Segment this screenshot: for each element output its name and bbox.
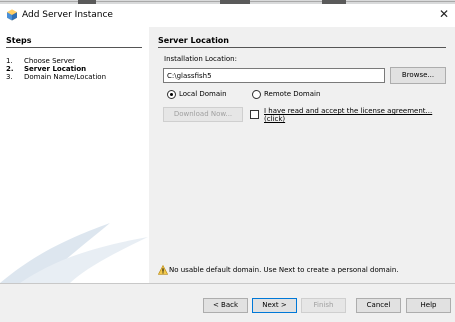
notice-text: No usable default domain. Use Next to cr… [169, 266, 399, 274]
browse-button[interactable]: Browse... [390, 67, 446, 84]
license-agreement-link[interactable]: I have read and accept the license agree… [264, 107, 450, 123]
local-domain-label: Local Domain [179, 90, 227, 98]
step-number: 3. [6, 73, 13, 81]
help-button[interactable]: Help [406, 298, 451, 313]
status-notice: No usable default domain. Use Next to cr… [158, 265, 399, 275]
glassfish-server-icon [7, 9, 17, 21]
installation-location-input[interactable] [163, 68, 385, 83]
step-number: 2. [6, 65, 14, 73]
wizard-button-bar: < Back Next > Finish Cancel Help [0, 284, 455, 322]
step-label: Domain Name/Location [24, 73, 107, 81]
window-title: Add Server Instance [22, 10, 113, 20]
radio-button[interactable] [252, 89, 261, 99]
steps-list: 1. Choose Server 2. Server Location 3. D… [6, 57, 146, 81]
finish-button[interactable]: Finish [301, 298, 346, 313]
license-checkbox[interactable] [250, 110, 259, 119]
steps-title: Steps [6, 36, 142, 48]
decorative-swoosh [0, 223, 148, 283]
steps-panel: Steps 1. Choose Server 2. Server Locatio… [0, 27, 148, 283]
step-label: Choose Server [24, 57, 76, 65]
remote-domain-radio[interactable]: Remote Domain [252, 89, 320, 99]
remote-domain-label: Remote Domain [264, 90, 321, 98]
step-item-current: 2. Server Location [6, 65, 146, 73]
cancel-button[interactable]: Cancel [356, 298, 401, 313]
radio-button-checked[interactable] [167, 89, 176, 99]
back-button[interactable]: < Back [203, 298, 248, 313]
installation-location-label: Installation Location: [164, 55, 237, 63]
step-number: 1. [6, 57, 13, 65]
next-button[interactable]: Next > [252, 298, 297, 313]
download-now-button[interactable]: Download Now... [163, 107, 243, 122]
section-title: Server Location [158, 36, 446, 48]
step-item: 3. Domain Name/Location [6, 73, 146, 81]
local-domain-radio[interactable]: Local Domain [167, 89, 227, 99]
title-bar: Add Server Instance ✕ [0, 4, 455, 27]
step-label: Server Location [24, 65, 87, 73]
close-icon[interactable]: ✕ [437, 7, 451, 21]
warning-icon [158, 265, 168, 275]
server-location-panel: Server Location Installation Location: B… [149, 27, 455, 283]
step-item: 1. Choose Server [6, 57, 146, 65]
